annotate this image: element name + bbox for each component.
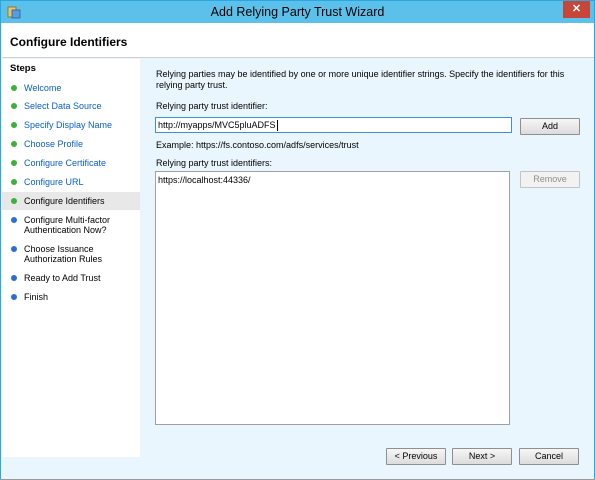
pending-step-icon: [11, 217, 17, 223]
step-label[interactable]: Choose Profile: [24, 139, 136, 149]
completed-step-icon: [11, 103, 17, 109]
step-label: Ready to Add Trust: [24, 273, 101, 283]
step-item: Configure Identifiers: [2, 192, 140, 210]
add-button[interactable]: Add: [520, 118, 580, 135]
content-panel: Relying parties may be identified by one…: [146, 59, 594, 469]
steps-title: Steps: [10, 63, 36, 74]
identifiers-label: Relying party trust identifiers:: [156, 158, 273, 168]
step-item[interactable]: Configure URL: [2, 173, 140, 191]
step-label: Configure Multi-factor Authentication No…: [24, 215, 111, 235]
step-item[interactable]: Welcome: [2, 79, 140, 97]
step-item[interactable]: Choose Profile: [2, 135, 140, 153]
step-label[interactable]: Configure URL: [24, 177, 136, 187]
text-caret: [276, 120, 278, 132]
step-label: Finish: [24, 292, 49, 302]
completed-step-icon: [11, 85, 17, 91]
step-item: Ready to Add Trust: [2, 269, 140, 287]
step-item: Configure Multi-factor Authentication No…: [2, 211, 140, 239]
pending-step-icon: [11, 294, 17, 300]
step-item: Choose Issuance Authorization Rules: [2, 240, 140, 268]
identifier-value: http://myapps/MVC5pluADFS: [158, 120, 276, 130]
list-item[interactable]: https://localhost:44336/: [158, 175, 251, 185]
step-label: Choose Issuance Authorization Rules: [24, 244, 103, 264]
step-label[interactable]: Configure Certificate: [24, 158, 136, 168]
step-item[interactable]: Select Data Source: [2, 97, 140, 115]
cancel-button[interactable]: Cancel: [519, 448, 579, 465]
step-label: Configure Identifiers: [24, 196, 105, 206]
page-header: Configure Identifiers: [2, 23, 594, 58]
pending-step-icon: [11, 246, 17, 252]
steps-panel: Steps Welcome Select Data Source Specify D…: [2, 59, 140, 457]
completed-step-icon: [11, 141, 17, 147]
description-text: Relying parties may be identified by one…: [156, 69, 565, 90]
step-item[interactable]: Configure Certificate: [2, 154, 140, 172]
step-item[interactable]: Specify Display Name: [2, 116, 140, 134]
window-title: Add Relying Party Trust Wizard: [210, 5, 385, 19]
step-item: Finish: [2, 288, 140, 306]
pending-step-icon: [11, 275, 17, 281]
completed-step-icon: [11, 160, 17, 166]
identifier-input[interactable]: http://myapps/MVC5pluADFS: [155, 117, 512, 133]
completed-step-icon: [11, 179, 17, 185]
remove-button[interactable]: Remove: [520, 171, 580, 188]
page-title: Configure Identifiers: [10, 35, 128, 49]
identifier-label: Relying party trust identifier:: [156, 101, 268, 111]
example-text: Example: https://fs.contoso.com/adfs/ser…: [156, 140, 359, 150]
previous-button[interactable]: < Previous: [386, 448, 446, 465]
completed-step-icon: [11, 122, 17, 128]
step-label[interactable]: Select Data Source: [24, 101, 136, 111]
completed-step-icon: [11, 198, 17, 204]
identifiers-list[interactable]: https://localhost:44336/: [155, 171, 510, 425]
close-button[interactable]: ✕: [563, 1, 590, 18]
step-label[interactable]: Welcome: [24, 83, 136, 93]
next-button[interactable]: Next >: [452, 448, 512, 465]
title-bar[interactable]: Add Relying Party Trust Wizard ✕: [1, 1, 594, 23]
step-label[interactable]: Specify Display Name: [24, 120, 136, 130]
wizard-window: Add Relying Party Trust Wizard ✕ Configu…: [0, 0, 595, 480]
